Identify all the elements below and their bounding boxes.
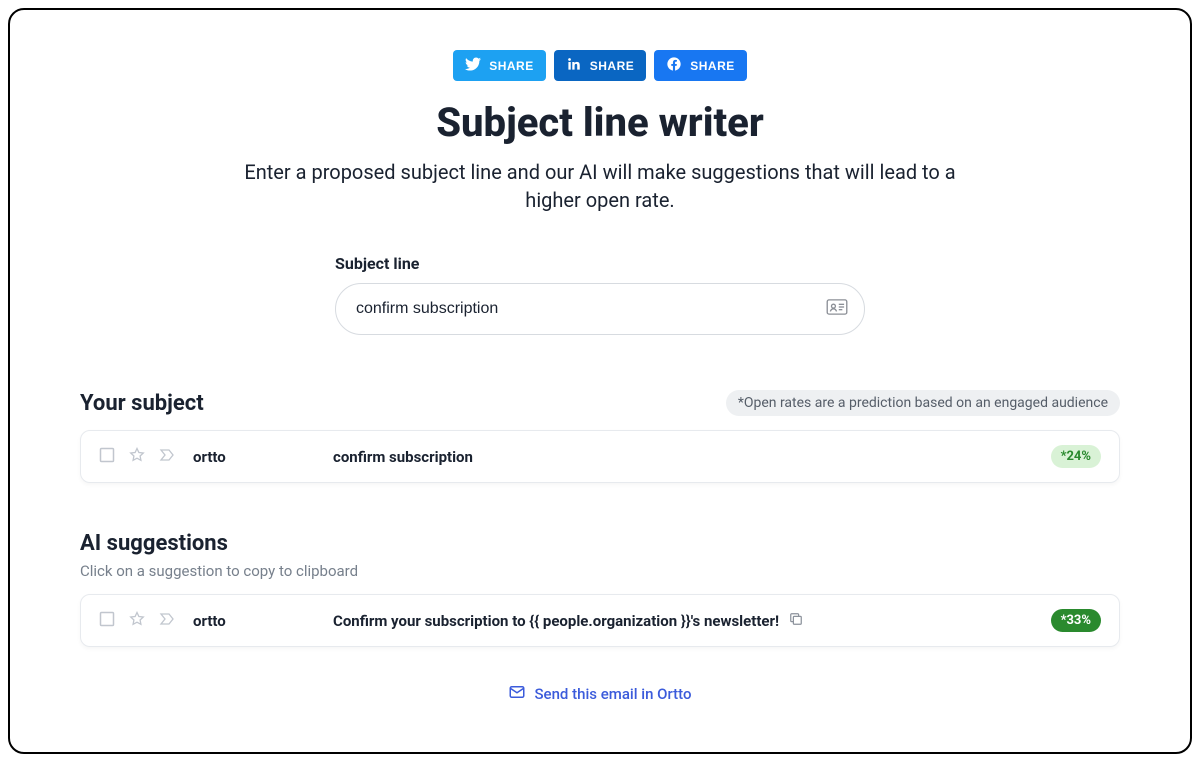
ai-suggestion-row[interactable]: ortto Confirm your subscription to {{ pe… <box>80 594 1120 647</box>
ai-suggestion-rate: *33% <box>1051 609 1101 632</box>
your-subject-header: Your subject *Open rates are a predictio… <box>80 390 1120 416</box>
your-subject-text: confirm subscription <box>333 448 1051 466</box>
star-icon[interactable] <box>129 611 145 631</box>
share-twitter-button[interactable]: SHARE <box>453 50 546 81</box>
send-in-ortto-link[interactable]: Send this email in Ortto <box>80 683 1120 705</box>
your-subject-rate: *24% <box>1051 445 1101 468</box>
your-subject-heading: Your subject <box>80 391 204 416</box>
subject-input-block: Subject line <box>335 254 865 335</box>
twitter-icon <box>465 56 481 75</box>
ai-suggestion-text: Confirm your subscription to {{ people.o… <box>333 612 1051 630</box>
share-row: SHARE SHARE SHARE <box>80 50 1120 81</box>
page-title: Subject line writer <box>80 99 1120 146</box>
your-subject-row: ortto confirm subscription *24% <box>80 430 1120 483</box>
share-facebook-label: SHARE <box>690 59 735 73</box>
facebook-icon <box>666 56 682 75</box>
star-icon[interactable] <box>129 447 145 467</box>
subject-input-label: Subject line <box>335 254 865 273</box>
ai-subheading: Click on a suggestion to copy to clipboa… <box>80 562 1120 580</box>
mail-icon <box>508 683 526 705</box>
subject-input-wrap <box>335 283 865 335</box>
ai-heading: AI suggestions <box>80 531 1120 556</box>
share-linkedin-label: SHARE <box>590 59 635 73</box>
ai-suggestion-label: Confirm your subscription to {{ people.o… <box>333 612 779 630</box>
checkbox-icon[interactable] <box>99 447 115 467</box>
row-icons <box>99 447 175 467</box>
subject-input[interactable] <box>356 300 818 318</box>
send-in-ortto-label: Send this email in Ortto <box>534 685 691 703</box>
open-rate-note: *Open rates are a prediction based on an… <box>726 390 1120 416</box>
linkedin-icon <box>566 56 582 75</box>
share-linkedin-button[interactable]: SHARE <box>554 50 647 81</box>
contact-card-icon <box>826 299 848 319</box>
checkbox-icon[interactable] <box>99 611 115 631</box>
row-icons <box>99 611 175 631</box>
your-subject-sender: ortto <box>193 448 333 466</box>
copy-icon[interactable] <box>789 612 803 630</box>
tag-icon[interactable] <box>159 447 175 467</box>
tag-icon[interactable] <box>159 611 175 631</box>
page-subtitle: Enter a proposed subject line and our AI… <box>220 158 980 214</box>
share-twitter-label: SHARE <box>489 59 534 73</box>
ai-suggestion-sender: ortto <box>193 612 333 630</box>
share-facebook-button[interactable]: SHARE <box>654 50 747 81</box>
